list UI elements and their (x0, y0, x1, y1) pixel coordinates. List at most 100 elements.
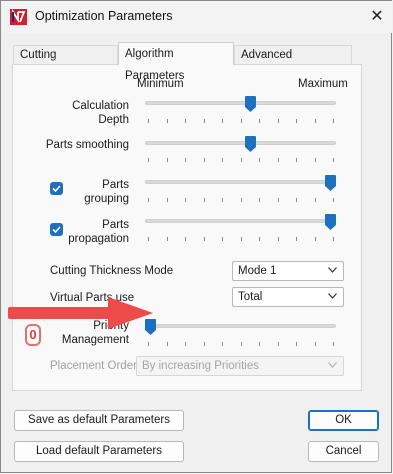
parts-propagation-slider-track[interactable] (145, 219, 336, 223)
slider-tick (241, 119, 242, 123)
slider-tick (315, 342, 316, 346)
slider-tick (204, 342, 205, 346)
slider-tick (296, 342, 297, 346)
parts-smoothing-ticks (145, 158, 336, 162)
close-icon[interactable]: ✕ (365, 5, 389, 29)
slider-tick (259, 342, 260, 346)
cutting-thickness-mode-select[interactable]: Mode 1 (232, 261, 344, 281)
slider-tick (315, 198, 316, 202)
parts-smoothing-label: Parts smoothing (45, 139, 129, 151)
slider-tick (148, 198, 149, 202)
parts-propagation-slider-thumb[interactable] (325, 214, 336, 230)
load-default-parameters-button[interactable]: Load default Parameters (14, 441, 184, 462)
virtual-parts-use-select[interactable]: Total (232, 287, 344, 307)
tab-advanced-parameters[interactable]: Advanced Parameters (234, 45, 352, 79)
slider-tick (148, 237, 149, 241)
ok-button[interactable]: OK (308, 410, 379, 431)
slider-tick (259, 158, 260, 162)
slider-tick (278, 158, 279, 162)
slider-tick (185, 119, 186, 123)
parts-grouping-checkbox[interactable] (50, 182, 63, 195)
placement-order-value: By increasing Priorities (142, 360, 259, 372)
slider-tick (241, 198, 242, 202)
parts-propagation-label: Parts propagation (61, 218, 129, 246)
tab-cutting-parameters[interactable]: Cutting Parameters (13, 45, 118, 79)
title-bar: Optimization Parameters ✕ (1, 1, 392, 33)
priority-management-ticks (145, 342, 336, 346)
slider-tick (148, 119, 149, 123)
placement-order-label: Placement Order (50, 360, 137, 372)
chevron-down-icon (328, 362, 337, 368)
cutting-thickness-mode-value: Mode 1 (238, 265, 277, 277)
parts-grouping-ticks (145, 198, 336, 202)
slider-tick (222, 158, 223, 162)
priority-management-slider-track[interactable] (145, 324, 336, 328)
chevron-down-icon (328, 267, 337, 273)
slider-tick (278, 237, 279, 241)
slider-tick (333, 119, 334, 123)
parts-propagation-label-line1: Parts (102, 219, 129, 231)
slider-tick (204, 158, 205, 162)
slider-tick (204, 198, 205, 202)
tab-algorithm-parameters[interactable]: Algorithm Parameters (118, 42, 234, 82)
slider-tick (259, 119, 260, 123)
slider-tick (333, 342, 334, 346)
slider-tick (185, 237, 186, 241)
slider-tick (167, 198, 168, 202)
slider-tick (185, 342, 186, 346)
calculation-depth-slider-thumb[interactable] (245, 96, 256, 112)
slider-tick (259, 198, 260, 202)
parts-grouping-slider-track[interactable] (145, 180, 336, 184)
slider-tick (278, 119, 279, 123)
slider-tick (167, 119, 168, 123)
slider-tick (167, 158, 168, 162)
annotation-badge: 0 (25, 324, 41, 346)
slider-tick (167, 237, 168, 241)
slider-tick (222, 342, 223, 346)
slider-tick (148, 158, 149, 162)
slider-tick (167, 342, 168, 346)
parts-grouping-label: Parts grouping (71, 178, 129, 206)
slider-tick (185, 198, 186, 202)
parts-propagation-label-line2: propagation (68, 233, 129, 245)
slider-tick (204, 119, 205, 123)
slider-tick (315, 158, 316, 162)
slider-tick (222, 119, 223, 123)
dialog-window: Optimization Parameters ✕ Cutting Parame… (0, 0, 392, 473)
slider-tick (259, 237, 260, 241)
parts-grouping-label-line2: grouping (84, 193, 129, 205)
cancel-button[interactable]: Cancel (308, 441, 379, 462)
slider-tick (204, 237, 205, 241)
chevron-down-icon (328, 293, 337, 299)
slider-tick (296, 198, 297, 202)
slider-tick (296, 119, 297, 123)
slider-tick (278, 342, 279, 346)
parts-grouping-slider-thumb[interactable] (325, 175, 336, 191)
parts-smoothing-slider-thumb[interactable] (245, 136, 256, 152)
app-logo-icon (10, 9, 27, 25)
slider-tick (296, 158, 297, 162)
calculation-depth-label: Calculation Depth (61, 99, 129, 127)
save-default-parameters-button[interactable]: Save as default Parameters (14, 410, 184, 431)
slider-tick (278, 198, 279, 202)
slider-tick (222, 237, 223, 241)
slider-tick (333, 158, 334, 162)
calculation-depth-label-line1: Calculation (72, 100, 129, 112)
scale-max-label: Maximum (298, 78, 348, 90)
parts-propagation-ticks (145, 237, 336, 241)
parts-grouping-label-line1: Parts (102, 179, 129, 191)
parts-smoothing-slider-track[interactable] (145, 141, 336, 145)
slider-tick (333, 237, 334, 241)
slider-tick (296, 237, 297, 241)
slider-tick (315, 237, 316, 241)
priority-management-label-line2: Management (61, 334, 129, 346)
virtual-parts-use-value: Total (238, 291, 263, 303)
calculation-depth-label-line2: Depth (98, 114, 129, 126)
cutting-thickness-mode-label: Cutting Thickness Mode (50, 265, 174, 277)
slider-tick (241, 342, 242, 346)
slider-tick (241, 237, 242, 241)
window-title: Optimization Parameters (35, 9, 173, 23)
slider-tick (315, 119, 316, 123)
slider-tick (222, 198, 223, 202)
calculation-depth-slider-track[interactable] (145, 101, 336, 105)
